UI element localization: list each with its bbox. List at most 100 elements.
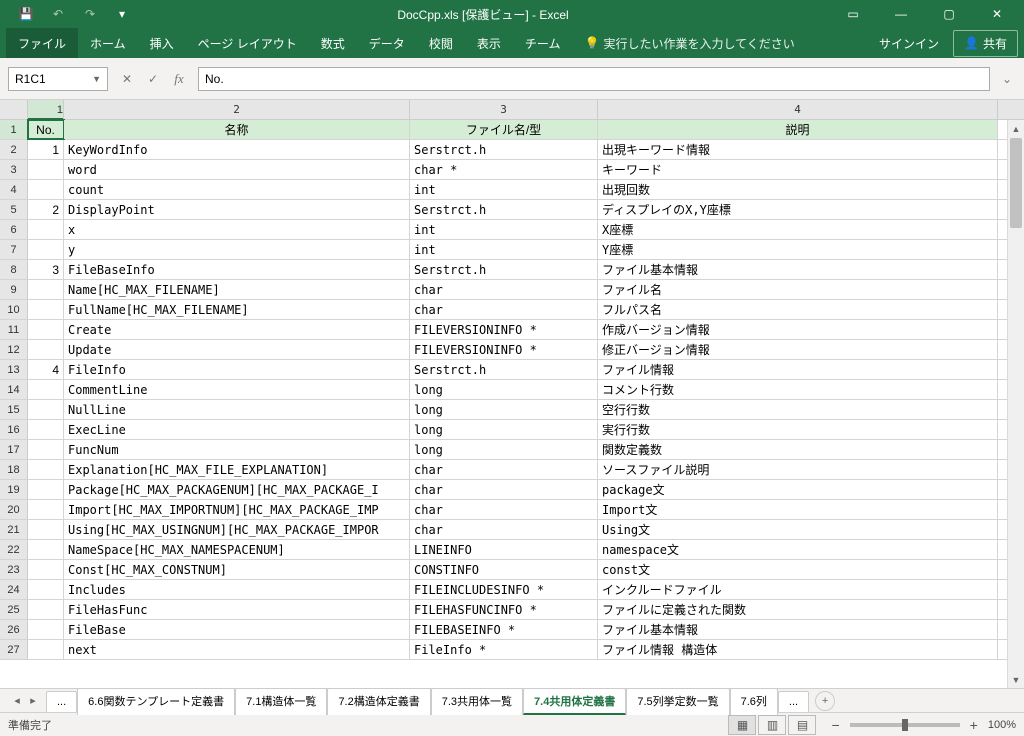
cell-desc[interactable]: 実行行数 bbox=[598, 420, 998, 439]
view-page-break-icon[interactable]: ▤ bbox=[788, 715, 816, 735]
tab-insert[interactable]: 挿入 bbox=[138, 28, 186, 58]
cell-desc[interactable]: const文 bbox=[598, 560, 998, 579]
cell-desc[interactable]: 空行行数 bbox=[598, 400, 998, 419]
tab-file[interactable]: ファイル bbox=[6, 28, 78, 58]
sheet-tab[interactable]: 7.5列挙定数一覧 bbox=[626, 688, 729, 715]
cell-type[interactable]: int bbox=[410, 220, 598, 239]
tab-view[interactable]: 表示 bbox=[465, 28, 513, 58]
row-header[interactable]: 6 bbox=[0, 220, 28, 239]
col-header-2[interactable]: 2 bbox=[64, 100, 410, 119]
cell-name[interactable]: x bbox=[64, 220, 410, 239]
cell-desc[interactable]: 出現回数 bbox=[598, 180, 998, 199]
cell-no[interactable] bbox=[28, 340, 64, 359]
cell-no[interactable] bbox=[28, 240, 64, 259]
cell-type[interactable]: Serstrct.h bbox=[410, 140, 598, 159]
cell-no[interactable]: 3 bbox=[28, 260, 64, 279]
header-cell-file-type[interactable]: ファイル名/型 bbox=[410, 120, 598, 139]
cell-type[interactable]: CONSTINFO bbox=[410, 560, 598, 579]
row-header[interactable]: 18 bbox=[0, 460, 28, 479]
row-header[interactable]: 15 bbox=[0, 400, 28, 419]
signin-button[interactable]: サインイン bbox=[865, 35, 953, 52]
cell-name[interactable]: Package[HC_MAX_PACKAGENUM][HC_MAX_PACKAG… bbox=[64, 480, 410, 499]
cell-name[interactable]: Name[HC_MAX_FILENAME] bbox=[64, 280, 410, 299]
zoom-slider[interactable] bbox=[850, 723, 960, 727]
row-header[interactable]: 25 bbox=[0, 600, 28, 619]
row-header[interactable]: 21 bbox=[0, 520, 28, 539]
name-box[interactable]: R1C1 ▼ bbox=[8, 67, 108, 91]
cell-no[interactable]: 4 bbox=[28, 360, 64, 379]
row-header[interactable]: 11 bbox=[0, 320, 28, 339]
cell-type[interactable]: Serstrct.h bbox=[410, 360, 598, 379]
cell-desc[interactable]: ファイルに定義された関数 bbox=[598, 600, 998, 619]
cell-type[interactable]: Serstrct.h bbox=[410, 200, 598, 219]
cell-no[interactable] bbox=[28, 160, 64, 179]
header-cell-no[interactable]: No. bbox=[28, 120, 64, 139]
cell-no[interactable] bbox=[28, 640, 64, 659]
cell-no[interactable]: 1 bbox=[28, 140, 64, 159]
sheet-tab[interactable]: 7.3共用体一覧 bbox=[431, 688, 523, 715]
cell-name[interactable]: FileBaseInfo bbox=[64, 260, 410, 279]
col-header-1[interactable]: 1 bbox=[28, 100, 64, 119]
view-normal-icon[interactable]: ▦ bbox=[728, 715, 756, 735]
vertical-scrollbar[interactable]: ▲ ▼ bbox=[1007, 120, 1024, 688]
select-all-corner[interactable] bbox=[0, 100, 28, 119]
cell-type[interactable]: char bbox=[410, 460, 598, 479]
header-cell-desc[interactable]: 説明 bbox=[598, 120, 998, 139]
cell-no[interactable] bbox=[28, 620, 64, 639]
ribbon-display-icon[interactable]: ▭ bbox=[830, 0, 876, 28]
cell-name[interactable]: Update bbox=[64, 340, 410, 359]
zoom-out-button[interactable]: − bbox=[827, 717, 843, 733]
cell-type[interactable]: char bbox=[410, 300, 598, 319]
scroll-up-icon[interactable]: ▲ bbox=[1008, 120, 1024, 137]
insert-function-icon[interactable]: fx bbox=[168, 68, 190, 90]
cell-no[interactable] bbox=[28, 380, 64, 399]
view-page-layout-icon[interactable]: ▥ bbox=[758, 715, 786, 735]
share-button[interactable]: 👤 共有 bbox=[953, 30, 1018, 57]
cell-no[interactable] bbox=[28, 600, 64, 619]
header-cell-name[interactable]: 名称 bbox=[64, 120, 410, 139]
tab-more-left[interactable]: ... bbox=[46, 691, 77, 712]
cell-no[interactable] bbox=[28, 280, 64, 299]
cell-name[interactable]: KeyWordInfo bbox=[64, 140, 410, 159]
undo-icon[interactable]: ↶ bbox=[44, 2, 72, 26]
row-header[interactable]: 4 bbox=[0, 180, 28, 199]
cell-no[interactable] bbox=[28, 480, 64, 499]
maximize-button[interactable]: ▢ bbox=[926, 0, 972, 28]
cell-name[interactable]: ExecLine bbox=[64, 420, 410, 439]
cell-desc[interactable]: インクルードファイル bbox=[598, 580, 998, 599]
cell-type[interactable]: FileInfo * bbox=[410, 640, 598, 659]
col-header-3[interactable]: 3 bbox=[410, 100, 598, 119]
row-header[interactable]: 20 bbox=[0, 500, 28, 519]
row-header[interactable]: 8 bbox=[0, 260, 28, 279]
cell-type[interactable]: long bbox=[410, 400, 598, 419]
row-header[interactable]: 16 bbox=[0, 420, 28, 439]
sheet-tab[interactable]: 7.6列 bbox=[730, 688, 778, 715]
enter-formula-icon[interactable]: ✓ bbox=[142, 68, 164, 90]
save-icon[interactable]: 💾 bbox=[12, 2, 40, 26]
cell-desc[interactable]: ファイル基本情報 bbox=[598, 260, 998, 279]
close-button[interactable]: ✕ bbox=[974, 0, 1020, 28]
row-header[interactable]: 2 bbox=[0, 140, 28, 159]
cell-type[interactable]: long bbox=[410, 420, 598, 439]
cell-type[interactable]: char bbox=[410, 280, 598, 299]
row-header[interactable]: 9 bbox=[0, 280, 28, 299]
cell-type[interactable]: int bbox=[410, 240, 598, 259]
tab-home[interactable]: ホーム bbox=[78, 28, 138, 58]
cell-no[interactable] bbox=[28, 220, 64, 239]
cell-no[interactable] bbox=[28, 400, 64, 419]
cell-name[interactable]: Includes bbox=[64, 580, 410, 599]
redo-icon[interactable]: ↷ bbox=[76, 2, 104, 26]
tab-formulas[interactable]: 数式 bbox=[309, 28, 357, 58]
row-header[interactable]: 5 bbox=[0, 200, 28, 219]
row-header[interactable]: 7 bbox=[0, 240, 28, 259]
cell-type[interactable]: long bbox=[410, 440, 598, 459]
cell-type[interactable]: FILEHASFUNCINFO * bbox=[410, 600, 598, 619]
cell-desc[interactable]: ファイル名 bbox=[598, 280, 998, 299]
cell-no[interactable] bbox=[28, 180, 64, 199]
cell-name[interactable]: next bbox=[64, 640, 410, 659]
cell-desc[interactable]: コメント行数 bbox=[598, 380, 998, 399]
cell-desc[interactable]: ディスプレイのX,Y座標 bbox=[598, 200, 998, 219]
tell-me[interactable]: 💡 実行したい作業を入力してください bbox=[572, 35, 806, 52]
cancel-formula-icon[interactable]: ✕ bbox=[116, 68, 138, 90]
cell-desc[interactable]: ファイル基本情報 bbox=[598, 620, 998, 639]
